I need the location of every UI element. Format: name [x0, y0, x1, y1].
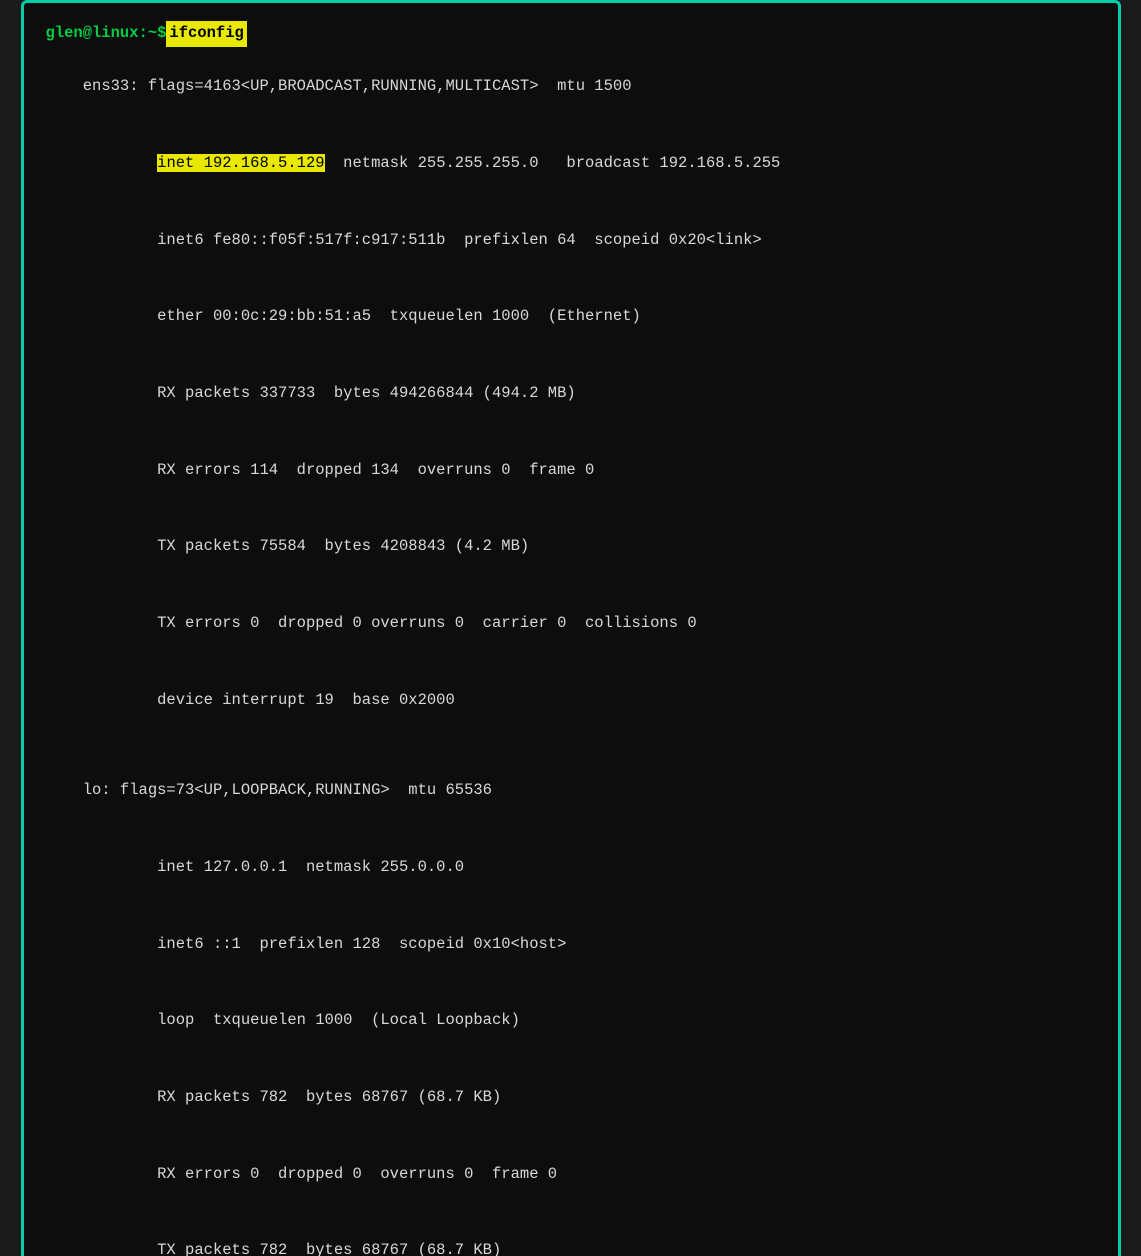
prompt-line: glen@linux:~$ ifconfig [46, 21, 1096, 47]
section-gap [46, 739, 1096, 753]
ens33-output: ens33: flags=4163<UP,BROADCAST,RUNNING,M… [46, 49, 1096, 739]
ens33-line5: RX packets 337733 bytes 494266844 (494.2… [83, 384, 576, 402]
ens33-line1: ens33: flags=4163<UP,BROADCAST,RUNNING,M… [83, 77, 632, 95]
ens33-line4: ether 00:0c:29:bb:51:a5 txqueuelen 1000 … [83, 307, 641, 325]
ens33-line7: TX packets 75584 bytes 4208843 (4.2 MB) [83, 537, 529, 555]
lo-line7: TX packets 782 bytes 68767 (68.7 KB) [83, 1241, 502, 1256]
lo-line5: RX packets 782 bytes 68767 (68.7 KB) [83, 1088, 502, 1106]
lo-line1: lo: flags=73<UP,LOOPBACK,RUNNING> mtu 65… [83, 781, 492, 799]
lo-line4: loop txqueuelen 1000 (Local Loopback) [83, 1011, 520, 1029]
prompt-command: ifconfig [166, 21, 246, 47]
ens33-line6: RX errors 114 dropped 134 overruns 0 fra… [83, 461, 595, 479]
lo-line3: inet6 ::1 prefixlen 128 scopeid 0x10<hos… [83, 935, 567, 953]
ens33-line8: TX errors 0 dropped 0 overruns 0 carrier… [83, 614, 697, 632]
ens33-line3: inet6 fe80::f05f:517f:c917:511b prefixle… [83, 231, 762, 249]
terminal-window: glen@linux:~$ ifconfig ens33: flags=4163… [21, 0, 1121, 1256]
lo-output: lo: flags=73<UP,LOOPBACK,RUNNING> mtu 65… [46, 753, 1096, 1256]
lo-line6: RX errors 0 dropped 0 overruns 0 frame 0 [83, 1165, 557, 1183]
lo-line2: inet 127.0.0.1 netmask 255.0.0.0 [83, 858, 464, 876]
ens33-line9: device interrupt 19 base 0x2000 [83, 691, 455, 709]
ens33-inet-highlight: inet 192.168.5.129 [157, 154, 324, 172]
ens33-line2-suffix: netmask 255.255.255.0 broadcast 192.168.… [325, 154, 781, 172]
prompt-user: glen@linux:~$ [46, 21, 167, 47]
ens33-line2-prefix [83, 154, 157, 172]
